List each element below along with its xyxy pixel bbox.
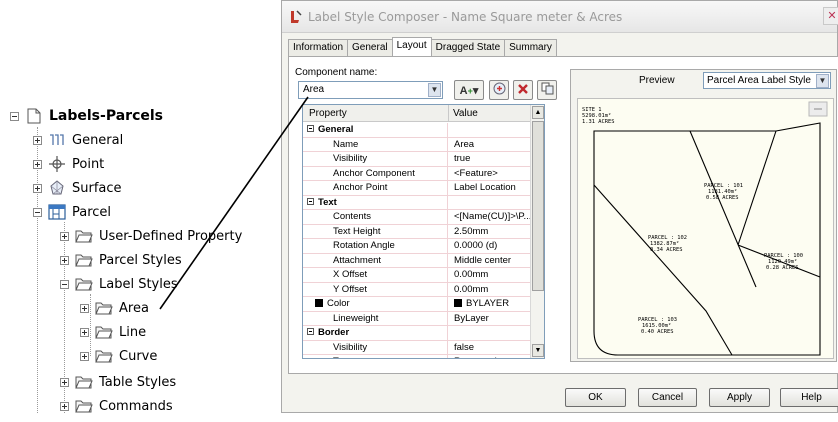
callout-line	[159, 96, 309, 310]
